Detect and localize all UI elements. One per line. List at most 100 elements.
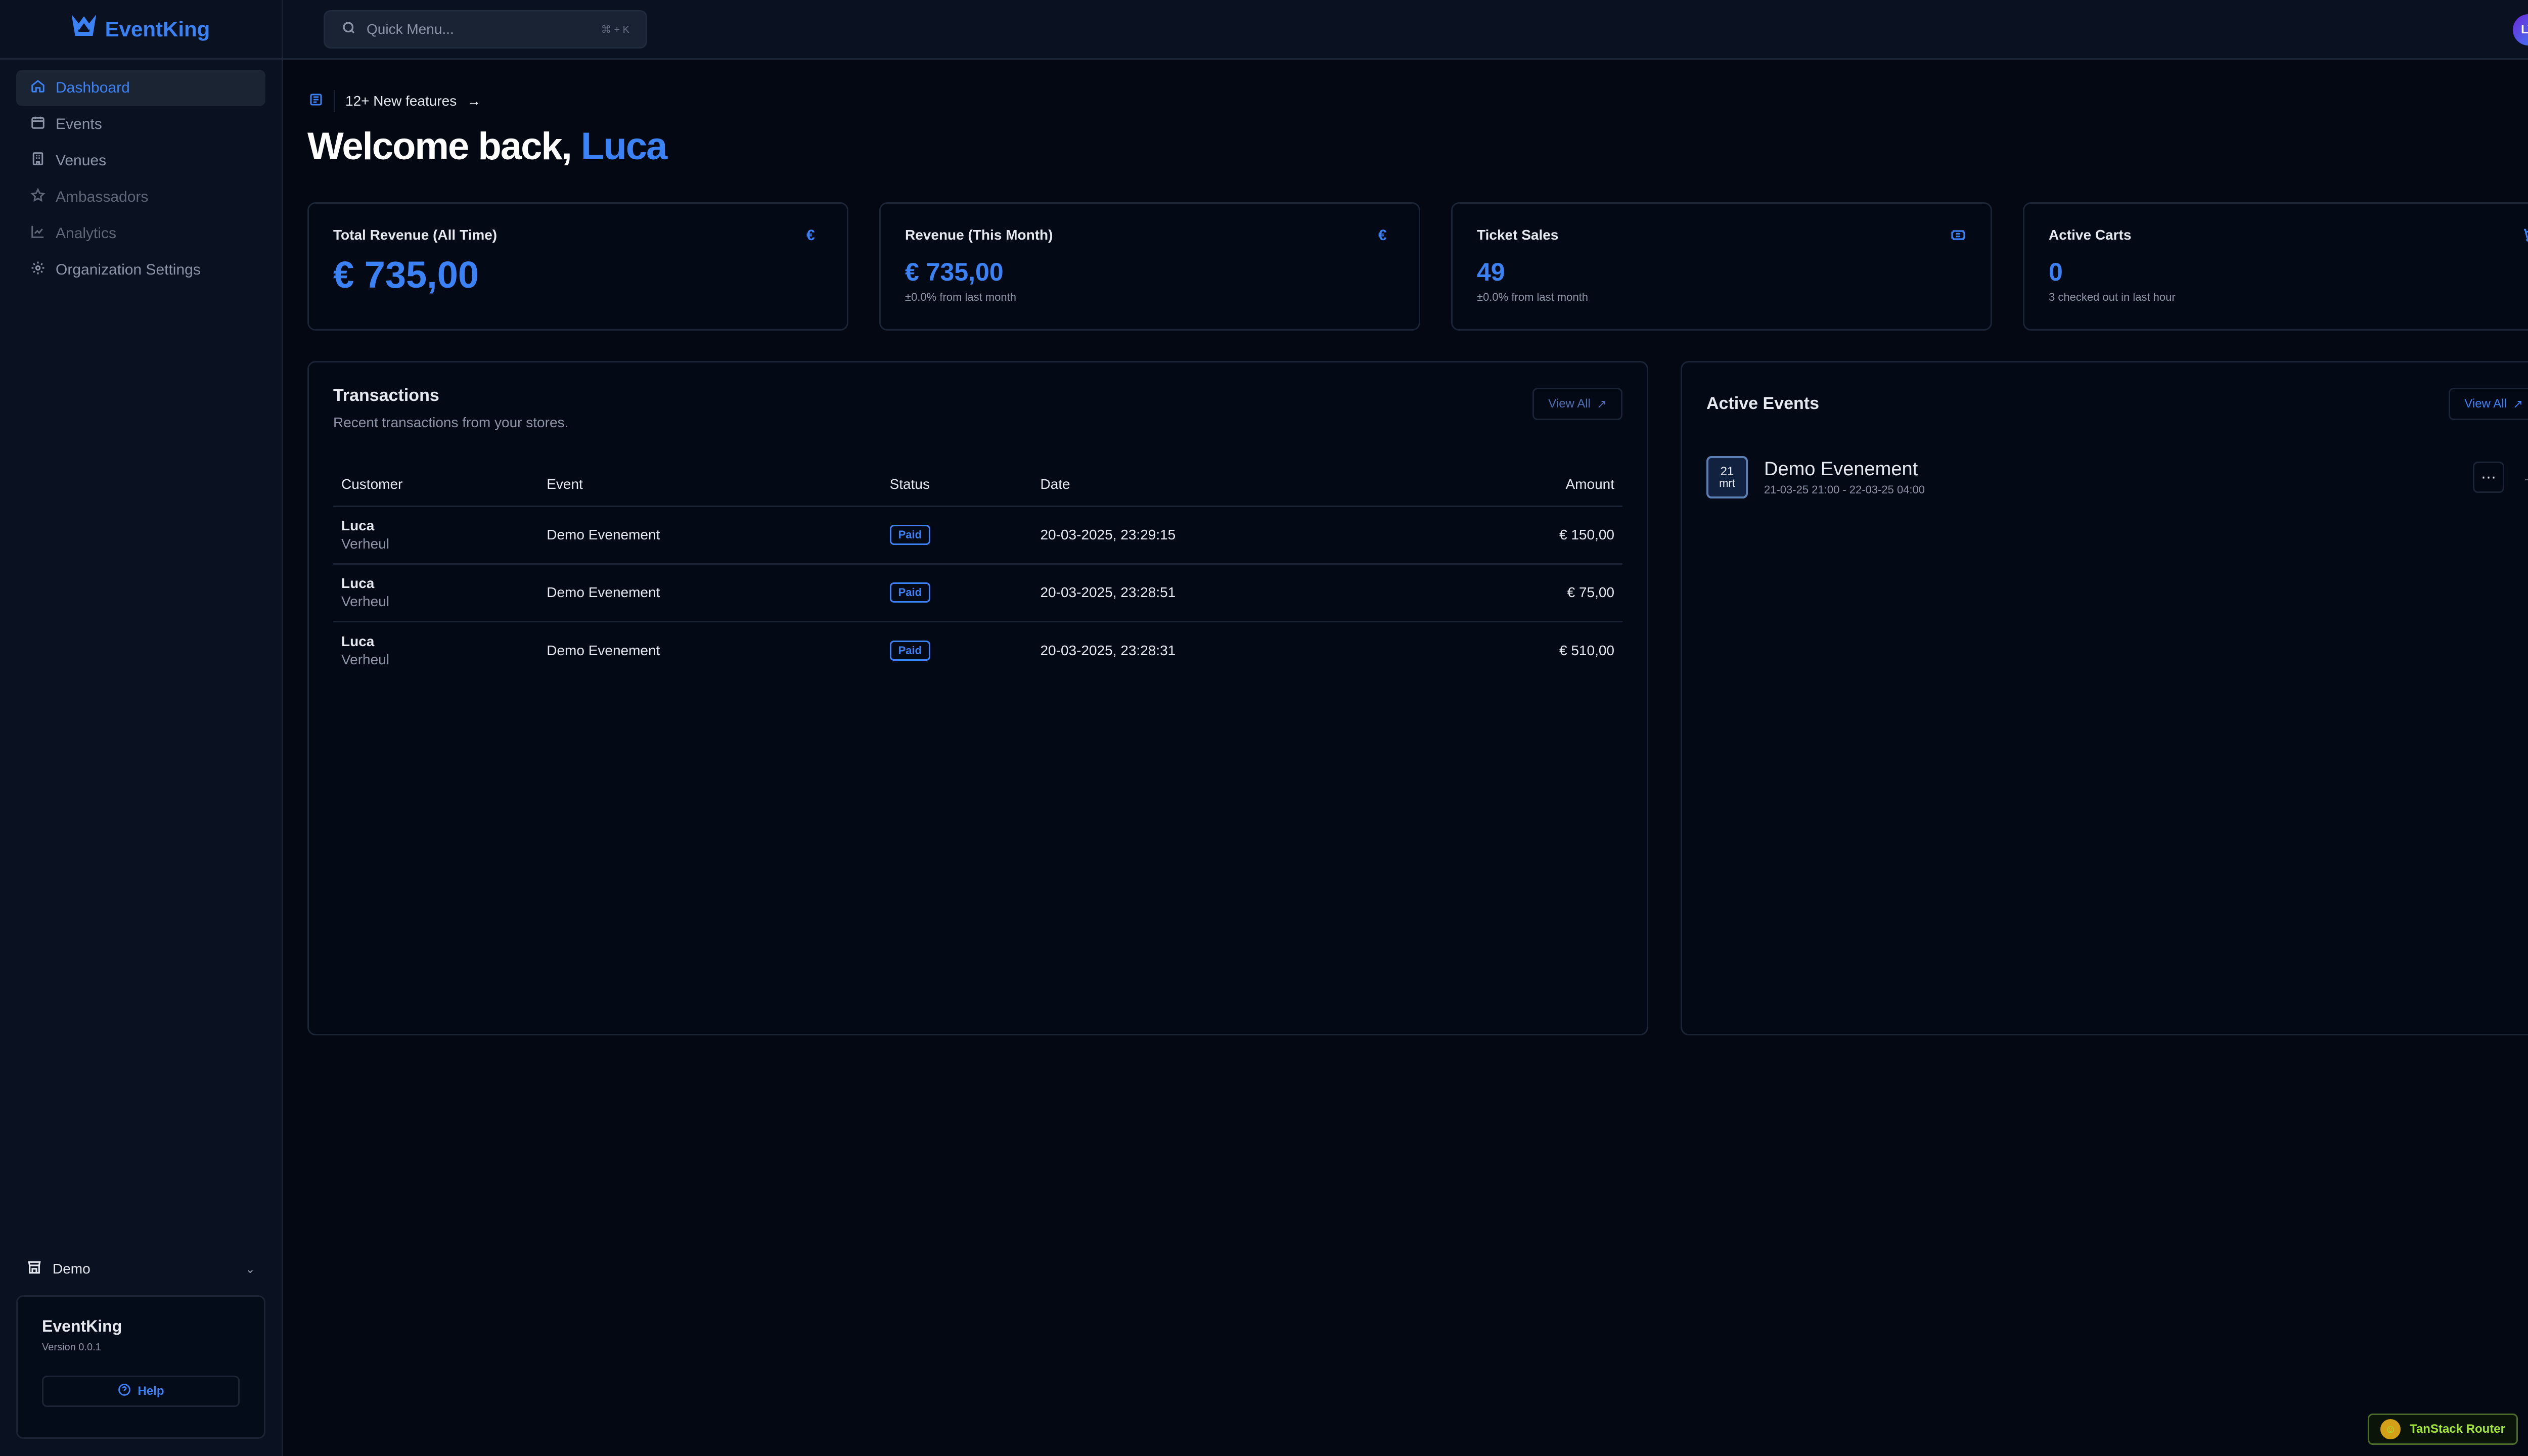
stat-card-total-revenue: Total Revenue (All Time) € € 735,00: [307, 202, 848, 331]
status-cell: Paid: [882, 621, 1032, 679]
arrow-up-right-icon: ↗: [2512, 397, 2523, 411]
date-cell: 20-03-2025, 23:29:15: [1032, 506, 1434, 565]
view-all-label: View All: [2464, 397, 2507, 411]
event-cell: Demo Evenement: [538, 564, 882, 622]
sidebar-item-analytics[interactable]: Analytics: [16, 215, 265, 252]
event-dates: 21-03-25 21:00 - 22-03-25 04:00: [1764, 483, 1925, 496]
search-icon: [341, 20, 356, 39]
tanstack-router-devtools-button[interactable]: ☺ TanStack Router: [2368, 1414, 2518, 1445]
divider: [334, 90, 335, 112]
stat-label: Revenue (This Month): [905, 227, 1053, 243]
date-cell: 20-03-2025, 23:28:51: [1032, 564, 1434, 622]
table-row[interactable]: Luca Verheul Demo Evenement Paid 20-03-2…: [333, 621, 1622, 679]
sidebar-item-label: Dashboard: [56, 79, 130, 96]
transactions-description: Recent transactions from your stores.: [333, 415, 569, 430]
ellipsis-icon: ⋯: [2481, 469, 2496, 486]
transactions-view-all-button[interactable]: View All ↗: [1532, 388, 1622, 420]
stat-value: 0: [2049, 258, 2063, 286]
amount-cell: € 75,00: [1433, 564, 1622, 622]
new-features-link[interactable]: 12+ New features →: [308, 90, 481, 112]
about-card: EventKing Version 0.0.1 Help: [16, 1295, 265, 1439]
amount-cell: € 150,00: [1433, 506, 1622, 565]
status-badge: Paid: [889, 582, 931, 603]
stat-value: € 735,00: [333, 254, 479, 296]
event-actions: ⋯ →: [2473, 462, 2528, 493]
stat-subtext: ±0.0% from last month: [905, 291, 1016, 303]
sidebar-item-label: Organization Settings: [56, 261, 201, 278]
customer-last-name: Verheul: [341, 651, 389, 667]
events-view-all-button[interactable]: View All ↗: [2449, 388, 2528, 420]
event-cell: Demo Evenement: [538, 506, 882, 565]
brand-name: EventKing: [105, 17, 210, 41]
more-options-button[interactable]: ⋯: [2473, 462, 2504, 493]
customer-cell: Luca Verheul: [333, 621, 538, 679]
customer-cell: Luca Verheul: [333, 564, 539, 622]
stats-row: Total Revenue (All Time) € € 735,00 Reve…: [307, 202, 2528, 331]
devtools-label: TanStack Router: [2410, 1422, 2505, 1436]
event-item[interactable]: 21 mrt Demo Evenement 21-03-25 21:00 - 2…: [1706, 454, 2528, 500]
stat-card-revenue-month: Revenue (This Month) € € 735,00 ±0.0% fr…: [879, 202, 1420, 331]
ticket-icon: [1950, 227, 1966, 243]
org-name: Demo: [53, 1261, 91, 1277]
euro-icon: €: [1378, 227, 1387, 244]
arrow-right-icon: →: [467, 93, 481, 109]
transactions-title: Transactions: [333, 386, 439, 405]
stat-label: Active Carts: [2049, 227, 2132, 243]
status-cell: Paid: [881, 564, 1032, 622]
user-menu[interactable]: LV ⌄: [2512, 14, 2528, 46]
building-icon: [30, 151, 46, 170]
customer-cell: Luca Verheul: [333, 506, 539, 565]
app-root: EventKing Dashboard Events Venues Ambass…: [0, 0, 2528, 1456]
sidebar-nav: Dashboard Events Venues Ambassadors Anal…: [0, 60, 282, 298]
chart-icon: [30, 224, 46, 243]
column-header: Date: [1032, 464, 1434, 507]
active-events-panel: Active Events View All ↗ 21 mrt Demo Eve…: [1681, 361, 2528, 1035]
newspaper-icon: [308, 92, 324, 111]
amount-cell: € 510,00: [1559, 642, 1614, 658]
date-cell: 20-03-2025, 23:28:31: [1040, 642, 1176, 658]
sidebar: EventKing Dashboard Events Venues Ambass…: [0, 0, 283, 1456]
help-button[interactable]: Help: [42, 1376, 240, 1407]
sidebar-item-dashboard[interactable]: Dashboard: [16, 70, 265, 106]
customer-first-name: Luca: [341, 575, 375, 591]
sidebar-item-venues[interactable]: Venues: [16, 143, 265, 179]
sidebar-item-organization-settings[interactable]: Organization Settings: [16, 252, 265, 288]
arrow-right-icon[interactable]: →: [2521, 468, 2528, 487]
stat-card-ticket-sales: Ticket Sales 49 ±0.0% from last month: [1451, 202, 1992, 331]
search-placeholder: Quick Menu...: [367, 21, 454, 37]
sidebar-item-label: Venues: [56, 152, 107, 169]
welcome-prefix: Welcome back,: [307, 125, 572, 168]
transactions-panel: Transactions Recent transactions from yo…: [307, 361, 1648, 1035]
event-day: 21: [1720, 465, 1734, 478]
brand[interactable]: EventKing: [0, 0, 282, 60]
active-events-title: Active Events: [1706, 394, 1819, 413]
avatar[interactable]: LV: [2512, 14, 2528, 46]
stat-subtext: 3 checked out in last hour: [2049, 291, 2176, 303]
column-header: Event: [538, 464, 882, 507]
quick-menu-search[interactable]: Quick Menu... ⌘ + K: [324, 10, 647, 49]
sidebar-item-events[interactable]: Events: [16, 106, 265, 143]
page-title: Welcome back, Luca: [307, 124, 667, 168]
customer-last-name: Verheul: [341, 594, 389, 609]
crown-icon: [71, 14, 97, 44]
org-switcher[interactable]: Demo ⌄: [16, 1253, 265, 1285]
customer-first-name: Luca: [341, 518, 375, 533]
table-row[interactable]: Luca Verheul Demo Evenement Paid 20-03-2…: [333, 506, 1622, 565]
sidebar-item-label: Events: [56, 116, 102, 132]
arrow-up-right-icon: ↗: [1596, 397, 1607, 411]
table-row[interactable]: Luca Verheul Demo Evenement Paid 20-03-2…: [333, 564, 1622, 622]
event-month: mrt: [1719, 477, 1735, 489]
sidebar-item-label: Ambassadors: [56, 189, 149, 205]
sidebar-item-label: Analytics: [56, 225, 117, 242]
euro-icon: €: [806, 227, 815, 244]
event-name: Demo Evenement: [1764, 458, 1918, 480]
stat-value: € 735,00: [905, 258, 1004, 286]
star-icon: [30, 188, 46, 207]
sidebar-item-ambassadors[interactable]: Ambassadors: [16, 179, 265, 215]
status-badge: Paid: [889, 640, 931, 661]
customer-first-name: Luca: [341, 633, 375, 649]
customer-last-name: Verheul: [341, 536, 389, 552]
main-content: 12+ New features → Welcome back, Luca To…: [283, 60, 2528, 1456]
new-features-label: 12+ New features: [345, 93, 457, 109]
about-app-name: EventKing: [42, 1317, 122, 1335]
